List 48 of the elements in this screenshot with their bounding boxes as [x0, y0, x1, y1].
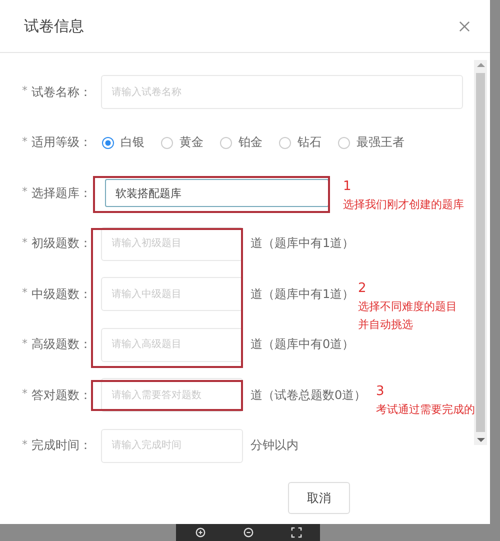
field-label: 选择题库：	[32, 184, 92, 202]
required-mark: *	[22, 438, 28, 450]
field-label: 高级题数：	[32, 336, 92, 353]
zoom-out-icon[interactable]	[242, 527, 254, 538]
scroll-down-icon[interactable]	[476, 438, 484, 442]
annotation-number: 3	[376, 383, 384, 401]
dialog-title: 试卷信息	[24, 16, 84, 36]
field-label: 试卷名称：	[32, 84, 92, 100]
annotation-text: 选择不同难度的题目	[358, 299, 457, 315]
radio-button[interactable]	[160, 136, 172, 148]
unit-text: 道（题库中有1道）	[250, 235, 354, 252]
radio-label: 黄金	[180, 134, 204, 151]
radio-label: 白银	[120, 134, 144, 151]
unit-text: 道（题库中有0道）	[250, 336, 354, 353]
annotation-number: 2	[358, 280, 366, 298]
field-label: 答对题数：	[32, 386, 92, 404]
annotation-text: 并自动挑选	[358, 317, 413, 333]
radio-button[interactable]	[278, 136, 290, 148]
required-mark: *	[22, 387, 28, 400]
radio-button[interactable]	[102, 136, 114, 148]
unit-text: 道（题库中有1道）	[250, 286, 354, 302]
cancel-button[interactable]: 取消	[288, 482, 350, 514]
required-mark: *	[22, 185, 28, 198]
scrollbar[interactable]	[474, 60, 487, 445]
radio-label: 钻石	[298, 134, 322, 151]
annotation-text: 考试通过需要完成的	[376, 402, 475, 418]
field-label: 完成时间：	[32, 437, 92, 454]
radio-label: 铂金	[238, 134, 262, 151]
fullscreen-icon[interactable]	[290, 527, 302, 538]
field-label: 适用等级：	[32, 134, 92, 151]
unit-text: 道（试卷总题数0道）	[250, 386, 366, 404]
field-label: 中级题数：	[32, 286, 92, 302]
radio-button[interactable]	[338, 136, 350, 148]
required-mark: *	[22, 336, 28, 350]
close-icon[interactable]	[459, 20, 470, 32]
unit-text: 分钟以内	[250, 437, 298, 454]
required-mark: *	[22, 286, 28, 299]
zoom-in-icon[interactable]	[194, 527, 206, 538]
annotation-number: 1	[343, 178, 352, 196]
required-mark: *	[22, 84, 28, 97]
scroll-up-icon[interactable]	[476, 63, 484, 67]
select-field[interactable]: 软装搭配题库	[104, 179, 328, 207]
radio-label: 最强王者	[356, 134, 404, 151]
required-mark: *	[22, 134, 28, 148]
radio-button[interactable]	[220, 136, 232, 148]
required-mark: *	[22, 236, 28, 248]
annotation-text: 选择我们刚才创建的题库	[343, 197, 464, 213]
field-label: 初级题数：	[32, 235, 92, 252]
